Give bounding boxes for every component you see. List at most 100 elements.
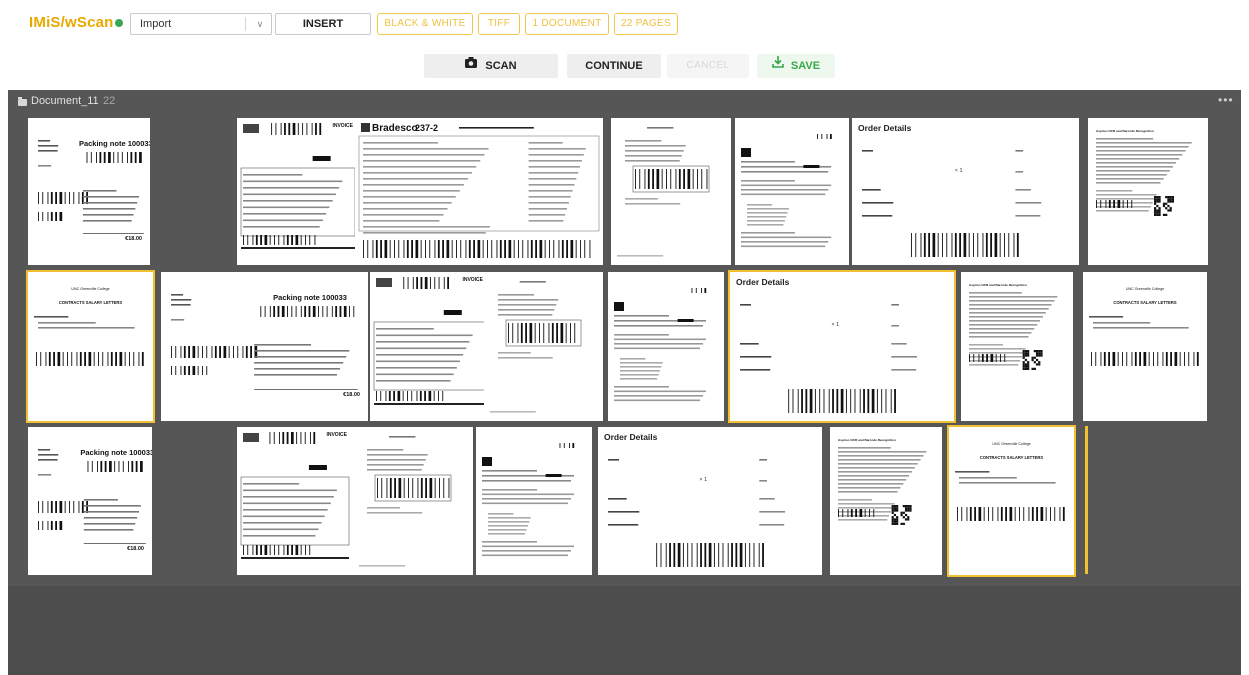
barcode	[817, 134, 832, 139]
barcode	[271, 123, 322, 135]
page-thumbnail-9[interactable]: Packing note 100033 €18.00	[161, 272, 368, 421]
insert-button[interactable]: INSERT	[275, 13, 371, 35]
continue-button[interactable]: CONTINUE	[567, 54, 661, 78]
page-preview: INVOICE	[373, 277, 486, 405]
page-preview	[741, 134, 832, 248]
page-thumbnail-2[interactable]: INVOICE	[237, 118, 359, 265]
svg-text:Aspriso OCR and Barcode Recogn: Aspriso OCR and Barcode Recognition	[1096, 129, 1154, 133]
page-preview: UNC Greenville College CONTRACTS SALARY L…	[1089, 287, 1199, 366]
svg-text:CONTRACTS SALARY LETTERS: CONTRACTS SALARY LETTERS	[59, 300, 122, 305]
page-preview: Packing note 100033 €18.00	[38, 448, 152, 552]
barcode	[1091, 352, 1199, 366]
page-thumbnail-7[interactable]: Aspriso OCR and Barcode Recognition	[1088, 118, 1208, 265]
scan-button[interactable]: SCAN	[424, 54, 558, 78]
svg-text:UNC Greenville College: UNC Greenville College	[992, 442, 1030, 446]
camera-icon	[465, 53, 478, 77]
page-preview	[359, 436, 452, 567]
svg-text:× 1: × 1	[955, 168, 963, 174]
svg-text:UNC Greenville College: UNC Greenville College	[71, 287, 109, 291]
svg-text:€18.00: €18.00	[343, 392, 360, 398]
color-mode-button[interactable]: BLACK & WHITE	[377, 13, 473, 35]
svg-text:237-2: 237-2	[415, 123, 438, 133]
page-thumbnail-13[interactable]: Order Details × 1	[728, 270, 956, 423]
app-logo: IMiS/wScan	[29, 14, 114, 31]
cancel-button[interactable]: CANCEL	[667, 54, 749, 78]
barcode	[260, 306, 355, 317]
svg-text:INVOICE: INVOICE	[332, 123, 353, 129]
folder-icon	[18, 97, 27, 106]
page-thumbnail-4[interactable]	[611, 118, 731, 265]
page-thumbnail-17[interactable]: INVOICE	[237, 427, 353, 575]
page-preview: Order Details × 1	[736, 277, 918, 413]
chevron-down-icon[interactable]: ∨	[251, 15, 269, 33]
page-thumbnail-3[interactable]: Bradesco 237-2	[355, 118, 603, 265]
document-panel: Document_11 22 ••• Packing note 100033 €1…	[8, 90, 1241, 675]
barcode	[243, 545, 311, 555]
barcode	[656, 543, 764, 567]
page-preview	[617, 127, 710, 257]
download-icon	[772, 53, 784, 77]
barcode	[269, 432, 316, 444]
page-thumbnail-11[interactable]	[484, 272, 603, 421]
page-preview: INVOICE	[240, 432, 350, 559]
svg-text:INVOICE: INVOICE	[462, 277, 483, 283]
top-toolbar: IMiS/wScan Import ∨ INSERT BLACK & WHITE…	[0, 0, 1249, 48]
page-preview	[482, 443, 575, 557]
svg-text:Order Details: Order Details	[604, 432, 658, 442]
source-select-value: Import	[140, 18, 172, 30]
page-thumbnail-14[interactable]: Aspriso OCR and Barcode Recognition	[961, 272, 1073, 421]
barcode	[243, 235, 316, 245]
document-count-button[interactable]: 1 DOCUMENT	[525, 13, 609, 35]
barcode	[691, 288, 707, 293]
svg-text:CONTRACTS SALARY LETTERS: CONTRACTS SALARY LETTERS	[1113, 300, 1176, 305]
page-thumbnail-16[interactable]: Packing note 100033 €18.00	[28, 427, 152, 575]
page-preview: Order Details × 1	[604, 432, 786, 567]
page-preview: Aspriso OCR and Barcode Recognition	[969, 283, 1058, 370]
barcode	[957, 507, 1065, 521]
svg-text:€18.00: €18.00	[127, 546, 144, 552]
page-thumbnail-18[interactable]	[353, 427, 473, 575]
empty-drop-area[interactable]	[8, 586, 1241, 675]
page-thumbnail-19[interactable]	[476, 427, 592, 575]
svg-text:Aspriso OCR and Barcode Recogn: Aspriso OCR and Barcode Recognition	[969, 283, 1027, 287]
page-preview: UNC Greenville College CONTRACTS SALARY L…	[955, 442, 1065, 521]
source-select[interactable]: Import ∨	[130, 13, 272, 35]
page-thumbnail-22[interactable]: UNC Greenville College CONTRACTS SALARY L…	[947, 425, 1076, 577]
document-page-count: 22	[103, 95, 116, 107]
save-label: SAVE	[790, 60, 821, 72]
svg-text:€18.00: €18.00	[125, 236, 142, 242]
file-format-button[interactable]: TIFF	[478, 13, 520, 35]
document-name: Document_11	[31, 95, 99, 107]
page-thumbnail-1[interactable]: Packing note 100033 €18.00	[28, 118, 150, 265]
barcode	[403, 277, 450, 289]
page-thumbnail-10[interactable]: INVOICE	[370, 272, 489, 421]
page-preview: Aspriso OCR and Barcode Recognition	[1096, 129, 1192, 216]
svg-text:Order Details: Order Details	[858, 123, 912, 133]
page-thumbnail-6[interactable]: Order Details × 1	[852, 118, 1079, 265]
scan-label: SCAN	[485, 60, 517, 72]
page-thumbnail-8[interactable]: UNC Greenville College CONTRACTS SALARY L…	[26, 270, 155, 423]
svg-text:Packing note 100033: Packing note 100033	[80, 448, 152, 457]
barcode	[38, 192, 88, 204]
insert-position-marker	[1085, 426, 1088, 574]
page-thumbnail-20[interactable]: Order Details × 1	[598, 427, 822, 575]
page-thumbnail-15[interactable]: UNC Greenville College CONTRACTS SALARY L…	[1083, 272, 1207, 421]
page-preview: UNC Greenville College CONTRACTS SALARY L…	[34, 287, 144, 366]
page-preview: Bradesco237-2	[358, 123, 600, 258]
select-divider	[245, 17, 246, 31]
more-icon[interactable]: •••	[1218, 93, 1234, 107]
qr-code	[1154, 196, 1174, 216]
document-header[interactable]: Document_11 22 •••	[8, 90, 1241, 114]
barcode	[911, 233, 1019, 257]
save-button[interactable]: SAVE	[757, 54, 835, 78]
svg-text:UNC Greenville College: UNC Greenville College	[1126, 287, 1164, 291]
page-thumbnail-12[interactable]	[608, 272, 724, 421]
page-thumbnail-5[interactable]	[735, 118, 849, 265]
svg-text:Order Details: Order Details	[736, 277, 790, 287]
page-preview: INVOICE	[240, 123, 356, 249]
page-thumbnail-21[interactable]: Aspriso OCR and Barcode Recognition	[830, 427, 942, 575]
svg-text:Packing note 100033: Packing note 100033	[273, 293, 347, 302]
page-preview: Packing note 100033 €18.00	[38, 139, 150, 242]
barcode	[171, 346, 258, 358]
page-count-button[interactable]: 22 PAGES	[614, 13, 678, 35]
